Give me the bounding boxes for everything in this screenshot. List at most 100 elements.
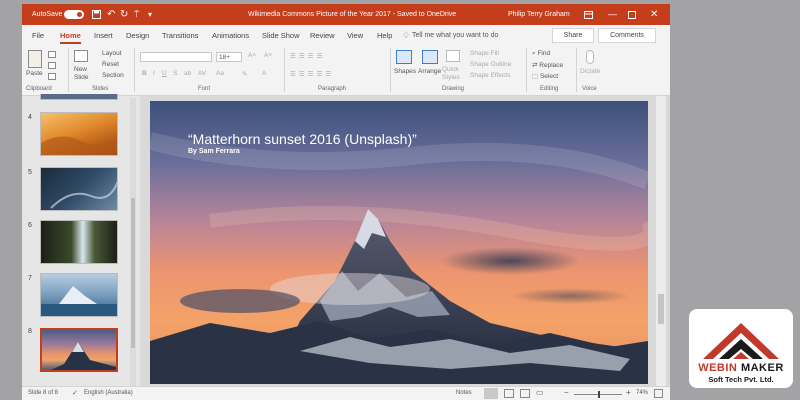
change-case-icon[interactable]: Aa	[216, 70, 224, 77]
paste-icon[interactable]	[28, 50, 42, 68]
window-title: Wikimedia Commons Picture of the Year 20…	[248, 11, 457, 18]
new-slide-label[interactable]: New Slide	[74, 66, 94, 82]
slide-subtitle[interactable]: By Sam Ferrara	[188, 148, 240, 155]
tab-home[interactable]: Home	[60, 25, 81, 46]
underline-icon[interactable]: U	[162, 70, 167, 77]
redo-icon[interactable]: ↻	[120, 4, 128, 25]
scrollbar-thumb[interactable]	[131, 198, 135, 348]
tab-slide-show[interactable]: Slide Show	[262, 25, 300, 46]
tab-file[interactable]: File	[32, 25, 44, 46]
autosave-label: AutoSave	[32, 11, 63, 18]
reading-view-icon[interactable]	[520, 389, 530, 398]
slide-title[interactable]: “Matterhorn sunset 2016 (Unsplash)”	[188, 131, 417, 147]
minimize-icon[interactable]: —	[608, 4, 617, 25]
slide-thumbnail-iceberg[interactable]	[40, 273, 118, 317]
cut-icon[interactable]	[48, 51, 56, 58]
language[interactable]: English (Australia)	[84, 390, 133, 396]
tab-help[interactable]: Help	[377, 25, 392, 46]
shape-fill-button[interactable]: Shape Fill	[470, 50, 499, 57]
font-name-box[interactable]	[140, 52, 212, 62]
current-slide[interactable]: “Matterhorn sunset 2016 (Unsplash)” By S…	[150, 101, 648, 384]
close-icon[interactable]: ✕	[650, 4, 658, 25]
save-icon[interactable]	[92, 4, 101, 25]
tell-me-box[interactable]: Tell me what you want to do	[412, 25, 498, 46]
fit-to-window-icon[interactable]	[654, 389, 663, 398]
slide-thumbnail-waterfall[interactable]	[40, 220, 118, 264]
strikethrough-icon[interactable]: ab	[184, 70, 191, 77]
share-button[interactable]: Share	[552, 28, 594, 43]
select-button[interactable]: ⬚ Select	[532, 72, 558, 80]
layout-button[interactable]: Layout	[102, 50, 122, 57]
arrange-icon[interactable]	[422, 50, 438, 64]
slide-sorter-icon[interactable]	[504, 389, 514, 398]
group-paragraph: Paragraph	[318, 86, 347, 92]
grow-font-icon[interactable]: A˄	[248, 52, 256, 59]
font-color-icon[interactable]: A	[262, 70, 266, 77]
section-button[interactable]: Section	[102, 72, 124, 79]
thumbnails-scrollbar[interactable]	[130, 98, 136, 386]
autosave-toggle[interactable]	[64, 10, 84, 19]
slide-number: 4	[28, 114, 32, 121]
quick-styles-icon[interactable]	[446, 50, 460, 62]
replace-button[interactable]: ⇄ Replace	[532, 61, 563, 69]
tab-view[interactable]: View	[347, 25, 363, 46]
notes-button[interactable]: Notes	[456, 390, 472, 396]
copy-icon[interactable]	[48, 62, 56, 69]
font-size-box[interactable]: 18+	[216, 52, 242, 62]
slide-number: 6	[28, 222, 32, 229]
microphone-icon[interactable]	[586, 50, 594, 64]
zoom-level[interactable]: 74%	[636, 390, 648, 396]
share-label: Share	[563, 32, 583, 39]
slide-show-icon[interactable]: ▭	[536, 388, 544, 397]
user-name[interactable]: Philip Terry Graham	[508, 4, 570, 25]
tab-design[interactable]: Design	[126, 25, 149, 46]
zoom-out-icon[interactable]: −	[564, 388, 569, 397]
slide-position: Slide 8 of 8	[28, 390, 59, 396]
slide-thumbnail-matterhorn[interactable]	[40, 328, 118, 372]
tab-animations[interactable]: Animations	[212, 25, 249, 46]
shape-outline-button[interactable]: Shape Outline	[470, 61, 511, 68]
slide-thumbnail-ocean-aerial[interactable]	[40, 167, 118, 211]
paste-label[interactable]: Paste	[26, 70, 43, 77]
align-icons[interactable]: ☰☰☰☰☰	[290, 70, 334, 78]
shape-effects-button[interactable]: Shape Effects	[470, 72, 510, 79]
customize-toolbar-icon[interactable]: ▾	[148, 4, 152, 25]
zoom-slider-knob[interactable]	[598, 391, 600, 398]
bullets-icon[interactable]: ☰☰☰☰	[290, 52, 325, 60]
slide-thumbnail[interactable]	[40, 94, 118, 100]
highlight-icon[interactable]: ✎	[242, 70, 247, 78]
comments-button[interactable]: Comments	[598, 28, 656, 43]
maximize-icon[interactable]	[628, 4, 636, 25]
tab-transitions[interactable]: Transitions	[162, 25, 198, 46]
scrollbar-thumb[interactable]	[658, 294, 664, 324]
bold-icon[interactable]: B	[142, 70, 147, 77]
webin-maker-logo: WEBIN MAKER Soft Tech Pvt. Ltd.	[689, 309, 793, 388]
canvas-scrollbar[interactable]	[656, 96, 666, 386]
format-painter-icon[interactable]	[48, 73, 56, 80]
tab-review[interactable]: Review	[310, 25, 335, 46]
normal-view-icon[interactable]	[484, 388, 498, 399]
ribbon-divider	[526, 48, 527, 92]
spell-check-icon[interactable]: ✓	[72, 389, 78, 397]
logo-tagline: Soft Tech Pvt. Ltd.	[708, 375, 774, 384]
slide-thumbnail-desert[interactable]	[40, 112, 118, 156]
find-button[interactable]: ⌕ Find	[532, 50, 550, 58]
shapes-icon[interactable]	[396, 50, 412, 64]
zoom-slider[interactable]	[574, 391, 622, 398]
italic-icon[interactable]: I	[153, 70, 155, 77]
new-slide-icon[interactable]	[74, 50, 88, 62]
shrink-font-icon[interactable]: A˅	[264, 52, 272, 59]
ribbon-display-icon[interactable]	[584, 4, 593, 25]
arrange-label[interactable]: Arrange	[418, 68, 441, 75]
zoom-in-icon[interactable]: +	[626, 388, 631, 397]
tab-insert[interactable]: Insert	[94, 25, 113, 46]
character-spacing-icon[interactable]: AV	[198, 70, 206, 77]
shadow-icon[interactable]: S	[173, 70, 177, 77]
shapes-label[interactable]: Shapes	[394, 68, 416, 75]
start-from-beginning-icon[interactable]: ⍑	[134, 4, 139, 25]
undo-icon[interactable]: ↶	[107, 4, 115, 25]
dictate-label[interactable]: Dictate	[580, 68, 600, 75]
reset-button[interactable]: Reset	[102, 61, 119, 68]
group-voice: Voice	[582, 86, 597, 92]
quick-styles-label[interactable]: Quick Styles	[442, 66, 464, 82]
